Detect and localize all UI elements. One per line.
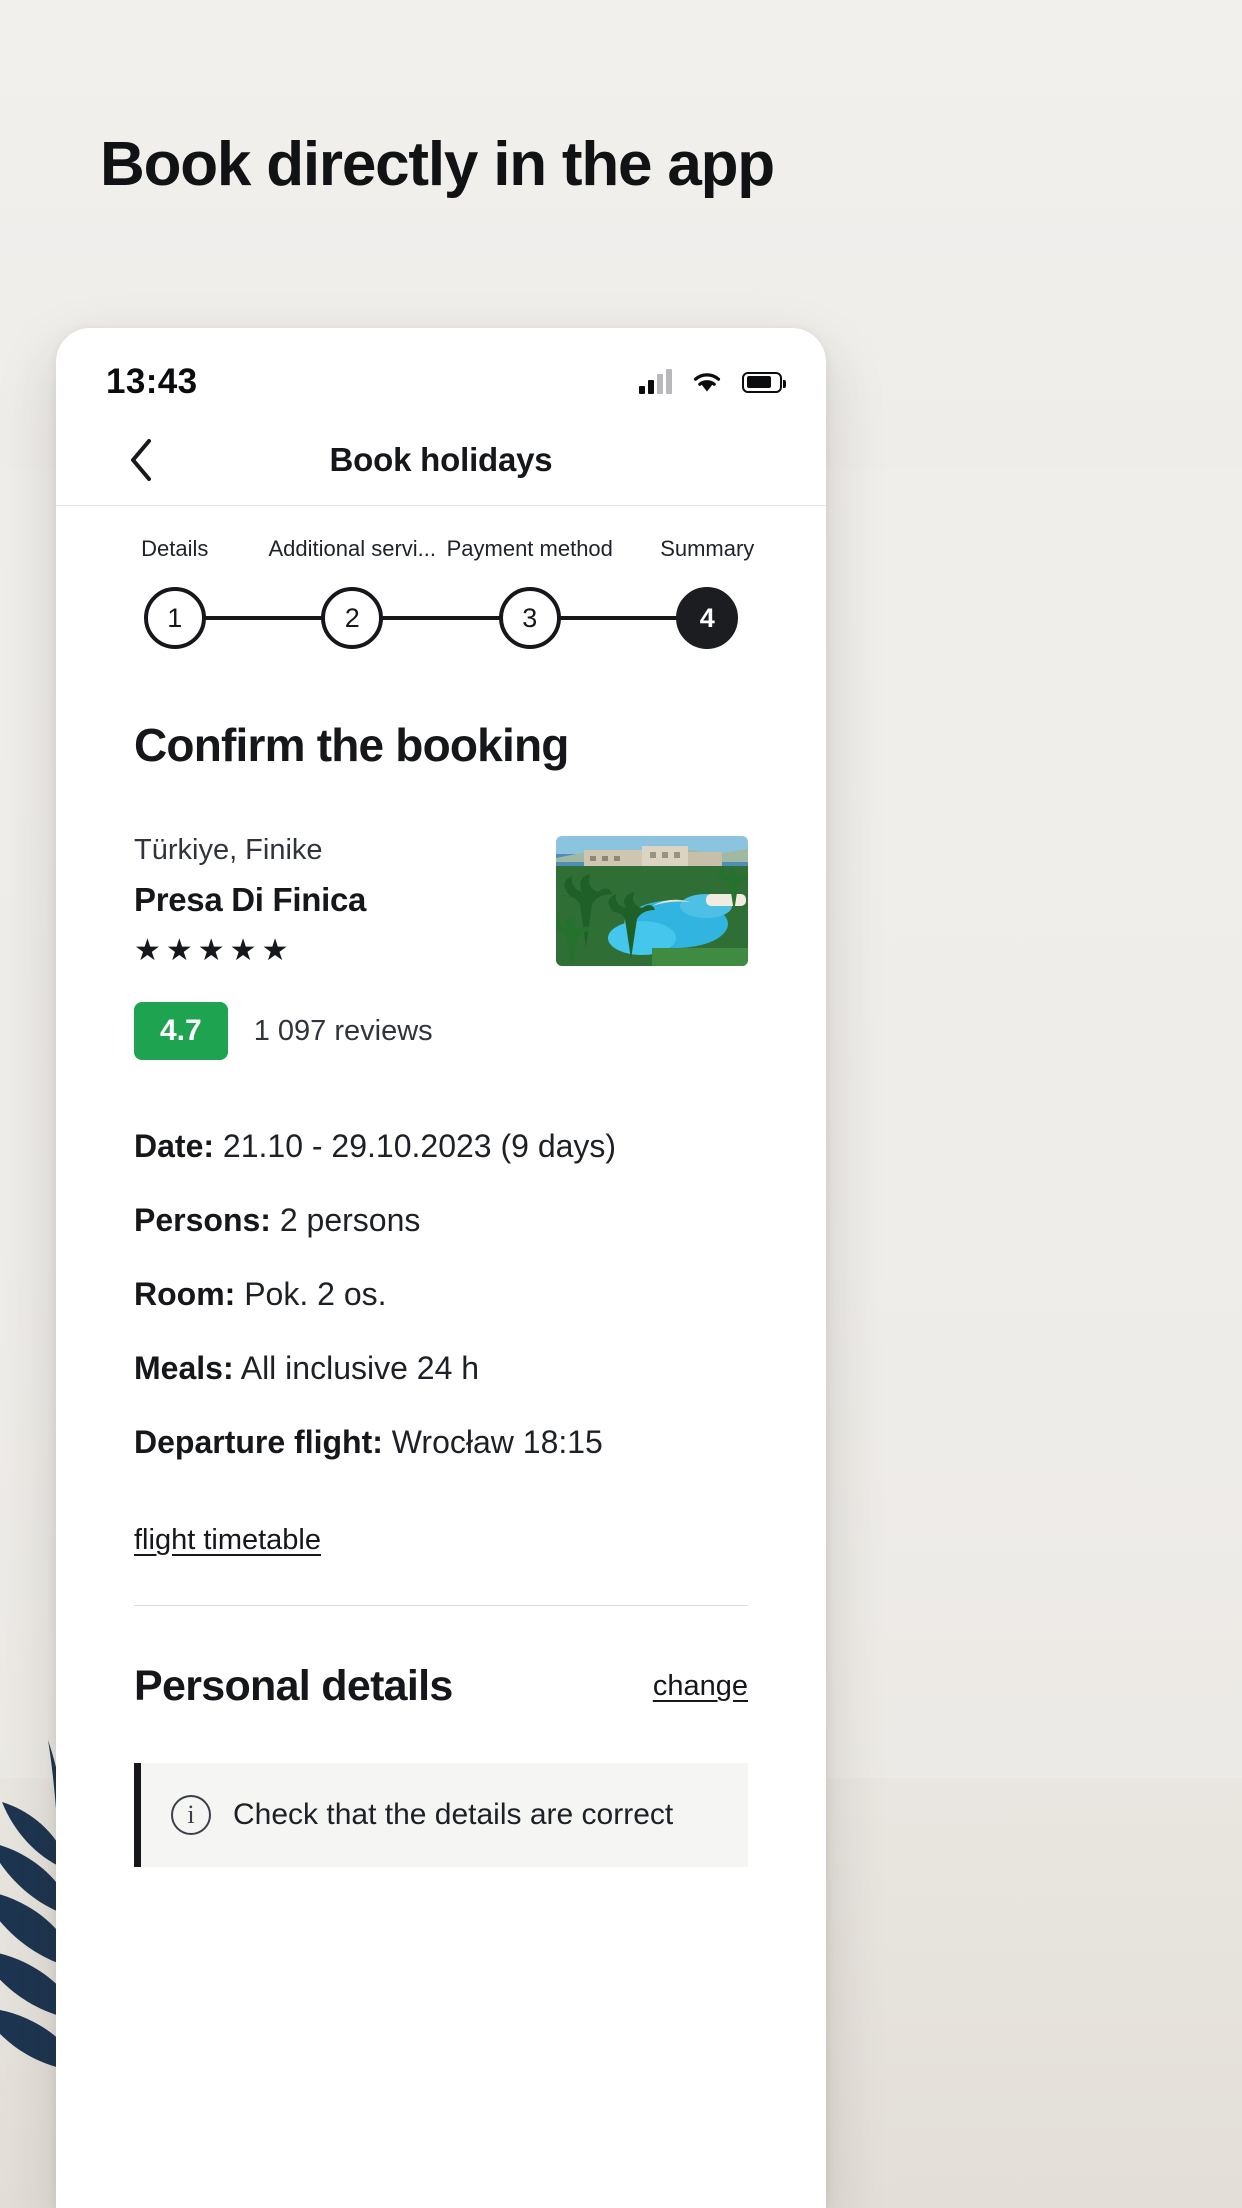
- stepper-label-4[interactable]: Summary: [619, 536, 797, 562]
- detail-row: Date: 21.10 - 29.10.2023 (9 days): [134, 1126, 748, 1166]
- section-divider: [134, 1605, 748, 1606]
- hotel-location: Türkiye, Finike: [134, 834, 323, 866]
- detail-row: Room: Pok. 2 os.: [134, 1274, 748, 1314]
- stepper-label-3[interactable]: Payment method: [441, 536, 619, 562]
- stepper-labels: Details Additional servi... Payment meth…: [86, 536, 796, 562]
- reviews-count[interactable]: 1 097 reviews: [254, 1015, 433, 1048]
- booking-detail-list: Date: 21.10 - 29.10.2023 (9 days) Person…: [134, 1126, 748, 1557]
- detail-label-meals: Meals:: [134, 1350, 234, 1386]
- battery-icon: [742, 371, 786, 393]
- hotel-photo[interactable]: [556, 836, 748, 966]
- hotel-star-rating: ★★★★★: [134, 934, 294, 967]
- section-heading-personal: Personal details: [134, 1662, 453, 1710]
- hotel-summary-card[interactable]: Türkiye, Finike Presa Di Finica ★★★★★ 4.…: [134, 832, 748, 1060]
- hotel-name: Presa Di Finica: [134, 881, 367, 918]
- screen-body: Confirm the booking Türkiye, Finike Pres…: [56, 718, 826, 1867]
- nav-bar: Book holidays: [56, 414, 826, 506]
- status-icons: [639, 369, 786, 395]
- stepper-track: 1 2 3 4: [86, 572, 796, 664]
- detail-label-persons: Persons:: [134, 1202, 271, 1238]
- detail-value-date: 21.10 - 29.10.2023 (9 days): [222, 1128, 617, 1164]
- booking-stepper: Details Additional servi... Payment meth…: [56, 506, 826, 664]
- detail-label-date: Date:: [134, 1128, 215, 1164]
- detail-row: Meals: All inclusive 24 h: [134, 1348, 748, 1388]
- promo-headline: Book directly in the app: [100, 130, 775, 199]
- chevron-left-icon: [131, 438, 151, 481]
- hotel-photo-image: [556, 836, 748, 966]
- page-title: Book holidays: [329, 440, 553, 478]
- detail-label-departure: Departure flight:: [134, 1424, 383, 1460]
- flight-timetable-link[interactable]: flight timetable: [134, 1524, 321, 1557]
- status-time: 13:43: [106, 362, 198, 401]
- stepper-label-1[interactable]: Details: [86, 536, 264, 562]
- detail-value-departure: Wrocław 18:15: [391, 1424, 603, 1460]
- rating-row: 4.7 1 097 reviews: [134, 1002, 433, 1060]
- personal-details-header: Personal details change: [134, 1662, 748, 1711]
- detail-value-room: Pok. 2 os.: [244, 1276, 387, 1312]
- info-note: i Check that the details are correct: [134, 1763, 748, 1867]
- phone-mockup: 13:43 Book holidays Details Additional s…: [56, 328, 826, 2208]
- detail-value-persons: 2 persons: [279, 1202, 421, 1238]
- status-bar: 13:43: [56, 328, 826, 414]
- detail-row: Persons: 2 persons: [134, 1200, 748, 1240]
- cellular-bars-icon: [639, 369, 672, 394]
- hotel-info: Türkiye, Finike Presa Di Finica ★★★★★ 4.…: [134, 832, 433, 1060]
- stepper-label-2[interactable]: Additional servi...: [264, 536, 442, 562]
- stepper-dot-1[interactable]: 1: [143, 587, 206, 649]
- section-heading-confirm: Confirm the booking: [134, 719, 569, 771]
- detail-label-room: Room:: [134, 1276, 236, 1312]
- stepper-dot-2[interactable]: 2: [321, 587, 384, 649]
- info-note-text: Check that the details are correct: [233, 1798, 674, 1831]
- back-button[interactable]: [118, 436, 166, 484]
- stepper-dot-4[interactable]: 4: [676, 587, 739, 649]
- rating-badge: 4.7: [134, 1002, 228, 1060]
- change-personal-details-link[interactable]: change: [653, 1670, 748, 1703]
- stepper-dots: 1 2 3 4: [86, 572, 796, 664]
- detail-row: Departure flight: Wrocław 18:15: [134, 1422, 748, 1462]
- info-icon: i: [171, 1795, 211, 1835]
- detail-value-meals: All inclusive 24 h: [240, 1350, 480, 1386]
- stepper-dot-3[interactable]: 3: [498, 587, 561, 649]
- wifi-icon: [693, 373, 721, 392]
